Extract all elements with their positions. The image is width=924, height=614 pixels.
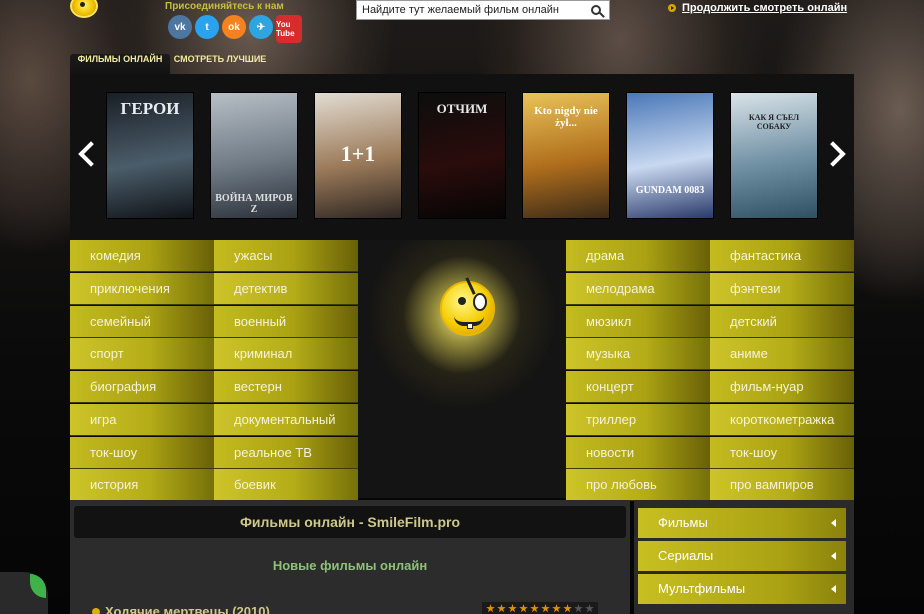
genre-link[interactable]: реальное ТВ xyxy=(214,436,358,469)
poster-slider: ГЕРОИ ВОЙНА МИРОВ Z 1+1 ОТЧИМ Kto nigdy nie … xyxy=(70,74,854,240)
genre-link[interactable]: ужасы xyxy=(214,240,358,272)
genre-link[interactable]: спорт xyxy=(70,338,214,371)
poster-item[interactable]: ОТЧИМ xyxy=(418,92,506,219)
sidebar-item-cartoons[interactable]: Мультфильмы xyxy=(638,574,846,604)
caret-left-icon xyxy=(831,519,836,527)
social-links: vk t ok ✈ You Tube xyxy=(168,15,302,43)
star-icon[interactable] xyxy=(530,604,539,613)
sidebar-menu: Фильмы Сериалы Мультфильмы xyxy=(634,500,854,614)
genre-link[interactable]: история xyxy=(70,469,214,502)
star-icon[interactable] xyxy=(585,604,594,613)
star-icon[interactable] xyxy=(486,604,495,613)
poster-item[interactable]: ГЕРОИ xyxy=(106,92,194,219)
sidebar-item-series[interactable]: Сериалы xyxy=(638,541,846,571)
genre-link[interactable]: про любовь xyxy=(566,469,710,502)
caret-left-icon xyxy=(831,585,836,593)
genre-link[interactable]: документальный xyxy=(214,403,358,436)
sidebar-item-films[interactable]: Фильмы xyxy=(638,508,846,538)
bullet-icon xyxy=(92,607,100,614)
star-icon[interactable] xyxy=(508,604,517,613)
genre-link[interactable]: короткометражка xyxy=(710,403,854,436)
center-smile-logo xyxy=(358,240,566,498)
poster-title: GUNDAM 0083 xyxy=(635,185,705,196)
slider-next-button[interactable] xyxy=(820,134,850,174)
poster-title: ГЕРОИ xyxy=(120,99,180,118)
join-us-label: Присоединяйтесь к нам xyxy=(165,1,284,12)
search-button[interactable] xyxy=(583,1,609,19)
star-icon[interactable] xyxy=(563,604,572,613)
genre-link[interactable]: драма xyxy=(566,240,710,272)
main-content: Фильмы онлайн - SmileFilm.pro Новые филь… xyxy=(70,500,630,614)
genre-link[interactable]: вестерн xyxy=(214,371,358,403)
genre-link[interactable]: игра xyxy=(70,403,214,436)
search-input[interactable] xyxy=(357,1,583,19)
poster-item[interactable]: 1+1 xyxy=(314,92,402,219)
corner-widget[interactable] xyxy=(0,572,48,614)
youtube-icon[interactable]: You Tube xyxy=(276,15,302,43)
genre-link[interactable]: приключения xyxy=(70,272,214,305)
genre-link[interactable]: фантастика xyxy=(710,240,854,272)
poster-title: 1+1 xyxy=(340,141,376,166)
poster-item[interactable]: ВОЙНА МИРОВ Z xyxy=(210,92,298,219)
caret-left-icon xyxy=(831,552,836,560)
smile-logo-icon[interactable] xyxy=(440,277,495,336)
poster-title: КАК Я СЪЕЛ СОБАКУ xyxy=(748,113,800,131)
genre-link[interactable]: триллер xyxy=(566,403,710,436)
genre-link[interactable]: биография xyxy=(70,371,214,403)
search-bar xyxy=(356,0,610,20)
vk-icon[interactable]: vk xyxy=(168,15,192,39)
genre-link[interactable]: про вампиров xyxy=(710,469,854,502)
search-icon xyxy=(591,5,601,15)
genre-link[interactable]: новости xyxy=(566,436,710,469)
genre-link[interactable]: фэнтези xyxy=(710,272,854,305)
movie-title-link[interactable]: Ходячие мертвецы (2010) xyxy=(105,604,270,614)
section-title: Новые фильмы онлайн xyxy=(272,558,428,573)
star-icon[interactable] xyxy=(519,604,528,613)
genre-link[interactable]: мелодрама xyxy=(566,272,710,305)
star-icon[interactable] xyxy=(541,604,550,613)
rating-stars[interactable] xyxy=(482,602,598,614)
star-icon[interactable] xyxy=(574,604,583,613)
twitter-icon[interactable]: t xyxy=(195,15,219,39)
genre-link[interactable]: боевик xyxy=(214,469,358,502)
play-icon xyxy=(668,4,676,12)
genre-link[interactable]: военный xyxy=(214,305,358,338)
poster-title: ВОЙНА МИРОВ Z xyxy=(215,193,293,215)
telegram-icon[interactable]: ✈ xyxy=(249,15,273,39)
genre-link[interactable]: ток-шоу xyxy=(70,436,214,469)
genre-link[interactable]: мюзикл xyxy=(566,305,710,338)
poster-item[interactable]: Kto nigdy nie żył... xyxy=(522,92,610,219)
odnoklassniki-icon[interactable]: ok xyxy=(222,15,246,39)
genre-link[interactable]: детектив xyxy=(214,272,358,305)
page-title: Фильмы онлайн - SmileFilm.pro xyxy=(74,506,626,538)
genre-link[interactable]: музыка xyxy=(566,338,710,371)
genre-link[interactable]: семейный xyxy=(70,305,214,338)
genre-link[interactable]: детский xyxy=(710,305,854,338)
star-icon[interactable] xyxy=(497,604,506,613)
genre-link[interactable]: аниме xyxy=(710,338,854,371)
continue-watching-label: Продолжить смотреть онлайн xyxy=(682,2,848,14)
slider-prev-button[interactable] xyxy=(74,134,104,174)
list-item[interactable]: Ходячие мертвецы (2010) xyxy=(92,604,270,614)
poster-title: Kto nigdy nie żył... xyxy=(534,105,598,129)
chevron-left-icon xyxy=(78,141,104,167)
genre-link[interactable]: концерт xyxy=(566,371,710,403)
genre-link[interactable]: ток-шоу xyxy=(710,436,854,469)
continue-watching-link[interactable]: Продолжить смотреть онлайн xyxy=(668,2,847,14)
chevron-right-icon xyxy=(820,141,846,167)
poster-item[interactable]: КАК Я СЪЕЛ СОБАКУ xyxy=(730,92,818,219)
poster-item[interactable]: GUNDAM 0083 xyxy=(626,92,714,219)
poster-title: ОТЧИМ xyxy=(436,101,488,116)
genre-link[interactable]: криминал xyxy=(214,338,358,371)
genre-link[interactable]: комедия xyxy=(70,240,214,272)
star-icon[interactable] xyxy=(552,604,561,613)
genre-link[interactable]: фильм-нуар xyxy=(710,371,854,403)
